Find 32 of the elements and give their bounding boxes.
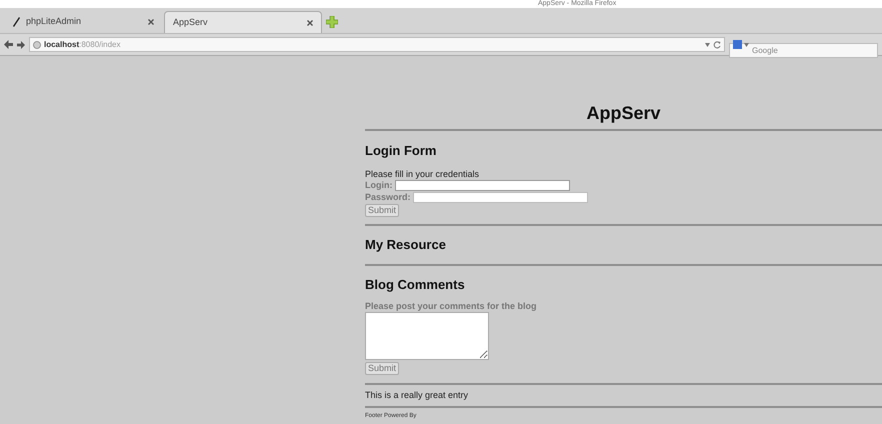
browser-tab[interactable]: phpLiteAdmin (4, 11, 162, 33)
submit-button[interactable]: Submit (365, 204, 400, 216)
reload-icon[interactable] (713, 40, 721, 48)
intro-text: Please fill in your credentials (365, 168, 480, 180)
plus-icon[interactable] (326, 16, 338, 28)
feather-icon (12, 17, 20, 27)
entry-text: This is a really great entry (365, 390, 470, 400)
globe-icon (33, 40, 41, 48)
submit-button[interactable]: Submit (365, 362, 400, 374)
login-field[interactable] (394, 180, 570, 190)
url-text: localhost:8080/index (44, 38, 120, 50)
section-heading: Login Form (365, 142, 438, 160)
password-field[interactable] (412, 192, 588, 202)
tab-label: AppServ (173, 16, 209, 29)
login-label: Login: (365, 180, 392, 190)
search-field[interactable]: Google (729, 43, 878, 58)
close-icon[interactable] (148, 19, 154, 25)
comment-field[interactable] (365, 312, 489, 360)
dropdown-icon[interactable] (705, 42, 710, 46)
search-engine-icon (733, 40, 742, 49)
comment-prompt: Please post your comments for the blog (365, 300, 538, 312)
tab-label: phpLiteAdmin (26, 15, 82, 28)
close-icon[interactable] (307, 20, 313, 26)
section-heading: Blog Comments (365, 276, 466, 294)
dropdown-icon[interactable] (744, 43, 749, 47)
section-heading: My Resource (365, 236, 447, 254)
back-icon[interactable] (4, 40, 13, 49)
address-field[interactable]: localhost:8080/index (29, 37, 725, 52)
forward-icon[interactable] (17, 40, 25, 48)
page-title: AppServ (585, 102, 662, 124)
password-label: Password: (365, 192, 411, 202)
browser-tab[interactable]: AppServ (164, 11, 322, 33)
